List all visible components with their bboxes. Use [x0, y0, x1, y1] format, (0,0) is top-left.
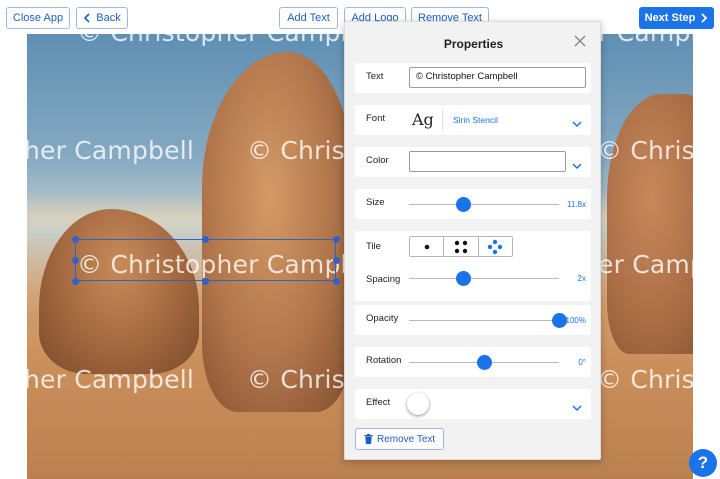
- effect-label: Effect: [366, 397, 391, 408]
- watermark-text: © Christo: [597, 136, 693, 165]
- chevron-down-icon[interactable]: [572, 116, 582, 128]
- resize-handle[interactable]: [202, 278, 209, 285]
- size-slider-track[interactable]: [409, 204, 559, 205]
- text-row: Text © Christopher Campbell: [355, 63, 591, 93]
- size-label: Size: [366, 197, 385, 208]
- spacing-label: Spacing: [366, 274, 401, 285]
- rotation-label: Rotation: [366, 355, 402, 366]
- watermark-text: her Campbell: [27, 136, 194, 165]
- resize-handle[interactable]: [72, 236, 79, 243]
- font-label: Font: [366, 113, 386, 124]
- tile-label: Tile: [366, 241, 381, 252]
- color-label: Color: [366, 155, 389, 166]
- tile-grid-option[interactable]: [444, 237, 479, 256]
- tile-diamond-option[interactable]: [479, 237, 512, 256]
- chevron-right-icon: [700, 12, 708, 25]
- spacing-slider-track[interactable]: [409, 278, 559, 279]
- grid-dots-icon: [454, 240, 468, 253]
- rock-right: [607, 94, 693, 354]
- help-icon[interactable]: ?: [689, 449, 717, 477]
- diamond-dots-icon: [488, 239, 503, 254]
- close-app-label: Close App: [12, 12, 64, 24]
- selection-box[interactable]: [75, 239, 336, 281]
- opacity-slider-handle[interactable]: [551, 313, 567, 328]
- add-text-button[interactable]: Add Text: [279, 7, 338, 29]
- opacity-label: Opacity: [366, 313, 399, 324]
- watermark-text: her Campbell: [27, 365, 194, 394]
- back-label: Back: [96, 12, 121, 24]
- rock-center: [202, 52, 352, 412]
- panel-title: Properties: [443, 37, 504, 51]
- resize-handle[interactable]: [333, 257, 340, 264]
- watermark-text: © Christo: [597, 365, 693, 394]
- add-text-label: Add Text: [287, 12, 330, 24]
- chevron-down-icon[interactable]: [572, 158, 582, 170]
- size-row: Size 11.8x: [355, 189, 591, 219]
- resize-handle[interactable]: [333, 278, 340, 285]
- opacity-row: Opacity 100%: [355, 305, 591, 335]
- font-row[interactable]: Font Ag Sirin Stencil: [355, 105, 591, 135]
- resize-handle[interactable]: [333, 236, 340, 243]
- font-select-value[interactable]: Sirin Stencil: [453, 115, 498, 125]
- resize-handle[interactable]: [72, 257, 79, 264]
- remove-text-button[interactable]: Remove Text: [355, 428, 445, 450]
- tile-options: [409, 236, 513, 257]
- opacity-value: 100%: [565, 316, 586, 325]
- size-slider-handle[interactable]: [455, 197, 471, 212]
- divider: [442, 110, 443, 130]
- remove-text-label: Remove Text: [377, 433, 436, 445]
- watermark-text: © Christopher Campbell: [77, 34, 386, 47]
- effect-toggle[interactable]: [407, 393, 429, 415]
- resize-handle[interactable]: [202, 236, 209, 243]
- trash-icon: [364, 434, 373, 444]
- opacity-slider-track[interactable]: [409, 320, 559, 321]
- text-input[interactable]: © Christopher Campbell: [409, 67, 586, 88]
- spacing-value: 2x: [577, 274, 586, 283]
- single-dot-icon: [424, 244, 429, 249]
- rotation-value: 0°: [578, 358, 586, 367]
- resize-handle[interactable]: [72, 278, 79, 285]
- chevron-down-icon[interactable]: [572, 400, 582, 412]
- properties-panel: Properties Text © Christopher Campbell F…: [344, 21, 601, 460]
- color-row: Color: [355, 147, 591, 177]
- next-step-label: Next Step: [644, 12, 696, 24]
- rotation-slider-handle[interactable]: [476, 355, 492, 370]
- chevron-left-icon: [83, 12, 91, 25]
- spacing-slider-handle[interactable]: [455, 271, 471, 286]
- close-icon[interactable]: [573, 34, 587, 48]
- color-swatch[interactable]: [409, 151, 566, 172]
- size-value: 11.8x: [567, 200, 586, 209]
- effect-row: Effect: [355, 389, 591, 419]
- tile-single-option[interactable]: [410, 237, 445, 256]
- back-button[interactable]: Back: [76, 7, 128, 29]
- close-app-button[interactable]: Close App: [6, 7, 70, 29]
- rotation-row: Rotation 0°: [355, 347, 591, 377]
- next-step-button[interactable]: Next Step: [639, 7, 714, 29]
- text-label: Text: [366, 71, 384, 82]
- font-preview: Ag: [412, 110, 434, 129]
- tile-spacing-group: Tile Spacing 2x: [355, 231, 591, 301]
